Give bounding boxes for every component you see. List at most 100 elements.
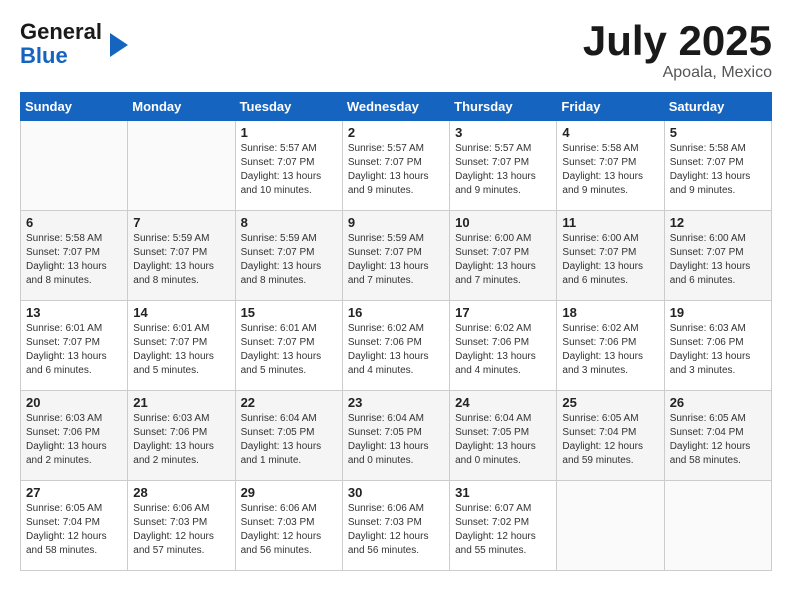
location-subtitle: Apoala, Mexico: [583, 64, 772, 82]
calendar-cell: 29Sunrise: 6:06 AM Sunset: 7:03 PM Dayli…: [235, 481, 342, 571]
day-number: 9: [348, 215, 444, 230]
calendar-cell: 23 Sunrise: 6:04 AM Sunset: 7:05 PM Dayli…: [342, 391, 449, 481]
weekday-header-friday: Friday: [557, 93, 664, 121]
day-info: Sunrise: 5:57 AM Sunset: 7:07 PM Dayligh…: [455, 142, 551, 198]
calendar-cell: [664, 481, 771, 571]
logo-text: General Blue: [20, 20, 102, 68]
calendar-cell: 24 Sunrise: 6:04 AM Sunset: 7:05 PM Dayli…: [450, 391, 557, 481]
calendar-cell: 20 Sunrise: 6:03 AM Sunset: 7:06 PM Dayli…: [21, 391, 128, 481]
day-info: Sunrise: 6:01 AM Sunset: 7:07 PM Dayligh…: [26, 322, 122, 378]
calendar-cell: 17Sunrise: 6:02 AM Sunset: 7:06 PM Dayli…: [450, 301, 557, 391]
calendar-cell: [128, 121, 235, 211]
calendar-cell: 1Sunrise: 5:57 AM Sunset: 7:07 PM Daylig…: [235, 121, 342, 211]
day-info: Sunrise: 5:59 AM Sunset: 7:07 PM Dayligh…: [133, 232, 229, 288]
calendar-cell: 22 Sunrise: 6:04 AM Sunset: 7:05 PM Dayli…: [235, 391, 342, 481]
day-number: 25: [562, 395, 658, 410]
day-number: 15: [241, 305, 337, 320]
day-info: Sunrise: 5:58 AM Sunset: 7:07 PM Dayligh…: [26, 232, 122, 288]
day-number: 27: [26, 485, 122, 500]
day-number: 31: [455, 485, 551, 500]
day-number: 23: [348, 395, 444, 410]
day-number: 13: [26, 305, 122, 320]
day-info: Sunrise: 6:06 AM Sunset: 7:03 PM Dayligh…: [133, 502, 229, 558]
day-number: 24: [455, 395, 551, 410]
day-info: Sunrise: 5:57 AM Sunset: 7:07 PM Dayligh…: [241, 142, 337, 198]
month-title: July 2025: [583, 20, 772, 62]
day-info: Sunrise: 6:05 AM Sunset: 7:04 PM Dayligh…: [562, 412, 658, 468]
day-info: Sunrise: 6:04 AM Sunset: 7:05 PM Dayligh…: [348, 412, 444, 468]
logo: General Blue: [20, 20, 128, 68]
calendar-cell: 16 Sunrise: 6:02 AM Sunset: 7:06 PM Dayli…: [342, 301, 449, 391]
calendar-cell: 19 Sunrise: 6:03 AM Sunset: 7:06 PM Dayli…: [664, 301, 771, 391]
day-info: Sunrise: 6:01 AM Sunset: 7:07 PM Dayligh…: [241, 322, 337, 378]
calendar-cell: 21Sunrise: 6:03 AM Sunset: 7:06 PM Dayli…: [128, 391, 235, 481]
day-info: Sunrise: 6:02 AM Sunset: 7:06 PM Dayligh…: [348, 322, 444, 378]
weekday-header-row: SundayMondayTuesdayWednesdayThursdayFrid…: [21, 93, 772, 121]
day-info: Sunrise: 6:03 AM Sunset: 7:06 PM Dayligh…: [670, 322, 766, 378]
calendar-cell: 5Sunrise: 5:58 AM Sunset: 7:07 PM Daylig…: [664, 121, 771, 211]
day-number: 20: [26, 395, 122, 410]
day-info: Sunrise: 6:05 AM Sunset: 7:04 PM Dayligh…: [26, 502, 122, 558]
day-number: 8: [241, 215, 337, 230]
calendar-cell: 25 Sunrise: 6:05 AM Sunset: 7:04 PM Dayli…: [557, 391, 664, 481]
day-number: 26: [670, 395, 766, 410]
day-info: Sunrise: 5:59 AM Sunset: 7:07 PM Dayligh…: [241, 232, 337, 288]
calendar-cell: [21, 121, 128, 211]
calendar-cell: 26 Sunrise: 6:05 AM Sunset: 7:04 PM Dayli…: [664, 391, 771, 481]
calendar-cell: 31 Sunrise: 6:07 AM Sunset: 7:02 PM Dayli…: [450, 481, 557, 571]
day-number: 18: [562, 305, 658, 320]
day-info: Sunrise: 6:04 AM Sunset: 7:05 PM Dayligh…: [241, 412, 337, 468]
logo-general: General: [20, 19, 102, 44]
weekday-header-tuesday: Tuesday: [235, 93, 342, 121]
day-info: Sunrise: 6:07 AM Sunset: 7:02 PM Dayligh…: [455, 502, 551, 558]
day-info: Sunrise: 6:05 AM Sunset: 7:04 PM Dayligh…: [670, 412, 766, 468]
calendar-cell: [557, 481, 664, 571]
day-number: 21: [133, 395, 229, 410]
day-number: 10: [455, 215, 551, 230]
day-number: 3: [455, 125, 551, 140]
calendar-cell: 8 Sunrise: 5:59 AM Sunset: 7:07 PM Daylig…: [235, 211, 342, 301]
day-number: 2: [348, 125, 444, 140]
day-number: 22: [241, 395, 337, 410]
weekday-header-thursday: Thursday: [450, 93, 557, 121]
logo-blue: Blue: [20, 43, 68, 68]
day-number: 6: [26, 215, 122, 230]
calendar-cell: 30 Sunrise: 6:06 AM Sunset: 7:03 PM Dayli…: [342, 481, 449, 571]
calendar-cell: 7Sunrise: 5:59 AM Sunset: 7:07 PM Daylig…: [128, 211, 235, 301]
calendar-cell: 28 Sunrise: 6:06 AM Sunset: 7:03 PM Dayli…: [128, 481, 235, 571]
day-info: Sunrise: 6:06 AM Sunset: 7:03 PM Dayligh…: [241, 502, 337, 558]
calendar-cell: 27 Sunrise: 6:05 AM Sunset: 7:04 PM Dayli…: [21, 481, 128, 571]
day-info: Sunrise: 6:00 AM Sunset: 7:07 PM Dayligh…: [562, 232, 658, 288]
calendar-cell: 4Sunrise: 5:58 AM Sunset: 7:07 PM Daylig…: [557, 121, 664, 211]
day-info: Sunrise: 5:58 AM Sunset: 7:07 PM Dayligh…: [562, 142, 658, 198]
day-info: Sunrise: 6:01 AM Sunset: 7:07 PM Dayligh…: [133, 322, 229, 378]
day-info: Sunrise: 6:06 AM Sunset: 7:03 PM Dayligh…: [348, 502, 444, 558]
calendar-cell: 12Sunrise: 6:00 AM Sunset: 7:07 PM Dayli…: [664, 211, 771, 301]
calendar-week-row: 20 Sunrise: 6:03 AM Sunset: 7:06 PM Dayli…: [21, 391, 772, 481]
weekday-header-sunday: Sunday: [21, 93, 128, 121]
day-info: Sunrise: 6:02 AM Sunset: 7:06 PM Dayligh…: [562, 322, 658, 378]
calendar-cell: 10Sunrise: 6:00 AM Sunset: 7:07 PM Dayli…: [450, 211, 557, 301]
calendar-week-row: 1Sunrise: 5:57 AM Sunset: 7:07 PM Daylig…: [21, 121, 772, 211]
day-number: 19: [670, 305, 766, 320]
day-number: 11: [562, 215, 658, 230]
day-number: 30: [348, 485, 444, 500]
day-info: Sunrise: 6:04 AM Sunset: 7:05 PM Dayligh…: [455, 412, 551, 468]
calendar-cell: 18 Sunrise: 6:02 AM Sunset: 7:06 PM Dayli…: [557, 301, 664, 391]
weekday-header-monday: Monday: [128, 93, 235, 121]
day-number: 12: [670, 215, 766, 230]
day-number: 16: [348, 305, 444, 320]
day-info: Sunrise: 5:58 AM Sunset: 7:07 PM Dayligh…: [670, 142, 766, 198]
day-number: 28: [133, 485, 229, 500]
day-info: Sunrise: 6:03 AM Sunset: 7:06 PM Dayligh…: [26, 412, 122, 468]
day-info: Sunrise: 6:02 AM Sunset: 7:06 PM Dayligh…: [455, 322, 551, 378]
weekday-header-saturday: Saturday: [664, 93, 771, 121]
calendar-cell: 13 Sunrise: 6:01 AM Sunset: 7:07 PM Dayli…: [21, 301, 128, 391]
calendar-cell: 15 Sunrise: 6:01 AM Sunset: 7:07 PM Dayli…: [235, 301, 342, 391]
day-info: Sunrise: 5:57 AM Sunset: 7:07 PM Dayligh…: [348, 142, 444, 198]
calendar-cell: 9Sunrise: 5:59 AM Sunset: 7:07 PM Daylig…: [342, 211, 449, 301]
calendar-cell: 6 Sunrise: 5:58 AM Sunset: 7:07 PM Daylig…: [21, 211, 128, 301]
logo-arrow-icon: [110, 33, 128, 57]
calendar-cell: 11 Sunrise: 6:00 AM Sunset: 7:07 PM Dayli…: [557, 211, 664, 301]
calendar-cell: 2 Sunrise: 5:57 AM Sunset: 7:07 PM Daylig…: [342, 121, 449, 211]
